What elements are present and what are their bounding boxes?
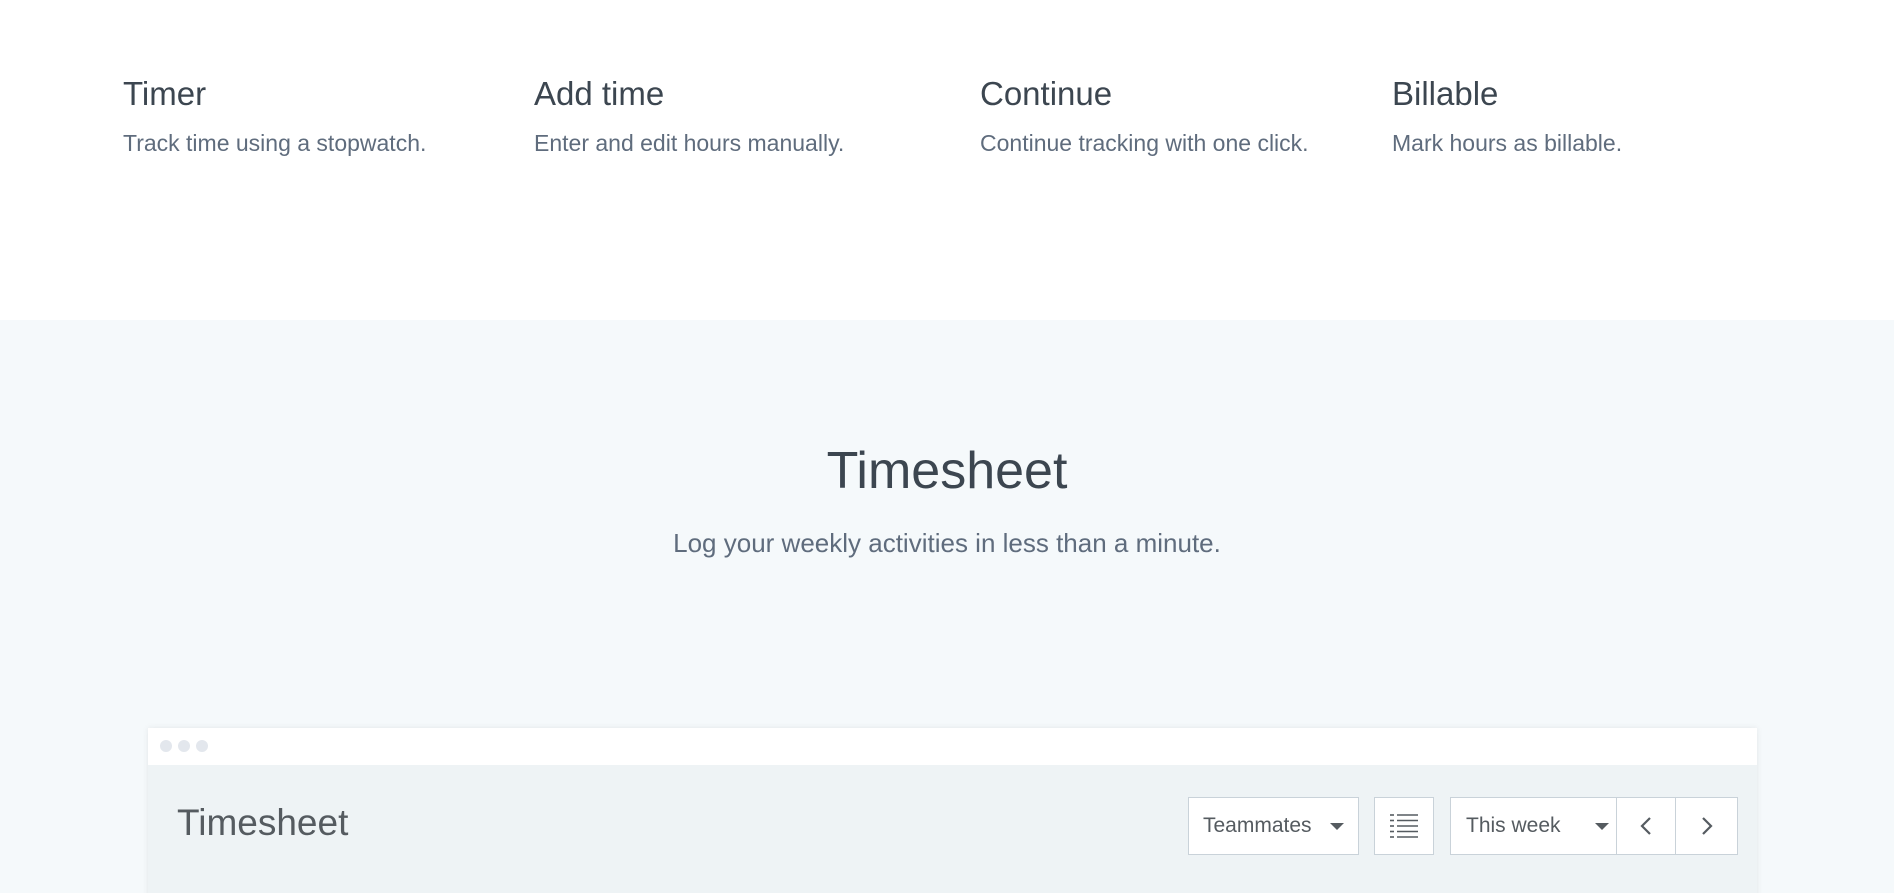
period-dropdown-label: This week — [1466, 814, 1561, 837]
window-title-bar — [148, 728, 1757, 765]
feature-title: Add time — [534, 75, 665, 112]
promo-title: Timesheet — [826, 442, 1068, 500]
chevron-left-icon — [1639, 816, 1653, 836]
feature-description: Continue tracking with one click. — [980, 130, 1309, 156]
feature-description: Track time using a stopwatch. — [123, 130, 427, 156]
next-period-button[interactable] — [1675, 797, 1738, 855]
window-dot-icon — [160, 740, 172, 752]
page: Timer Track time using a stopwatch. Add … — [0, 0, 1894, 893]
feature-description: Mark hours as billable. — [1392, 130, 1623, 156]
feature-billable: Billable Mark hours as billable. — [1392, 74, 1622, 158]
window-dot-icon — [178, 740, 190, 752]
list-view-button[interactable] — [1374, 797, 1434, 855]
feature-timer: Timer Track time using a stopwatch. — [123, 74, 426, 158]
chevron-right-icon — [1700, 816, 1714, 836]
feature-title: Timer — [123, 75, 207, 112]
feature-continue: Continue Continue tracking with one clic… — [980, 74, 1309, 158]
timesheet-promo-section: Timesheet Log your weekly activities in … — [0, 320, 1894, 893]
chevron-down-icon — [1594, 822, 1609, 830]
period-dropdown[interactable]: This week — [1450, 797, 1617, 855]
feature-description: Enter and edit hours manually. — [534, 130, 845, 156]
promo-subtitle: Log your weekly activities in less than … — [673, 528, 1221, 558]
previous-period-button[interactable] — [1616, 797, 1676, 855]
feature-title: Billable — [1392, 75, 1499, 112]
app-window-preview: Timesheet Teammates This week — [148, 728, 1757, 893]
feature-title: Continue — [980, 75, 1113, 112]
chevron-down-icon — [1329, 822, 1344, 830]
teammates-dropdown-label: Teammates — [1203, 814, 1312, 837]
list-icon — [1389, 812, 1419, 840]
teammates-dropdown[interactable]: Teammates — [1188, 797, 1359, 855]
features-section: Timer Track time using a stopwatch. Add … — [0, 0, 1894, 320]
window-dot-icon — [196, 740, 208, 752]
feature-add-time: Add time Enter and edit hours manually. — [534, 74, 844, 158]
app-page-title: Timesheet — [177, 802, 349, 843]
